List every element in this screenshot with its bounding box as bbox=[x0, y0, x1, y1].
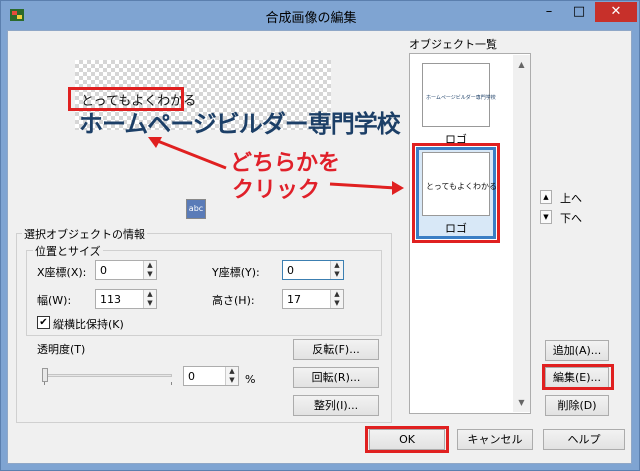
x-value[interactable]: 0 bbox=[100, 264, 107, 277]
move-up-label[interactable]: 上へ bbox=[560, 190, 582, 206]
align-button[interactable]: 整列(I)... bbox=[293, 395, 379, 416]
cancel-button[interactable]: キャンセル bbox=[457, 429, 533, 450]
annotation-line-1: どちらかを bbox=[230, 151, 341, 176]
height-value[interactable]: 17 bbox=[287, 293, 301, 306]
ok-button-highlight bbox=[365, 426, 449, 453]
move-down-label[interactable]: 下へ bbox=[560, 210, 582, 226]
text-tool-button[interactable]: abc bbox=[186, 199, 206, 219]
close-button[interactable]: ✕ bbox=[595, 2, 637, 22]
width-stepper[interactable]: 113 ▲ ▼ bbox=[95, 289, 157, 309]
transparency-slider-track[interactable] bbox=[44, 374, 172, 377]
object-thumbnail-text: ホームページビルダー専門学校 bbox=[426, 95, 496, 101]
width-spin-arrows[interactable]: ▲ ▼ bbox=[143, 290, 156, 308]
width-value[interactable]: 113 bbox=[100, 293, 121, 306]
aspect-ratio-label[interactable]: 縦横比保持(K) bbox=[53, 316, 124, 332]
y-label: Y座標(Y): bbox=[212, 266, 260, 279]
height-label: 高さ(H): bbox=[212, 294, 255, 307]
position-size-label: 位置とサイズ bbox=[33, 243, 103, 259]
annotation-line-2: クリック bbox=[232, 178, 321, 203]
y-stepper[interactable]: 0 ▲ ▼ bbox=[282, 260, 344, 280]
aspect-ratio-checkbox[interactable]: ✔ bbox=[37, 316, 50, 329]
y-value[interactable]: 0 bbox=[287, 264, 294, 277]
x-label: X座標(X): bbox=[37, 266, 87, 279]
selected-info-label: 選択オブジェクトの情報 bbox=[22, 226, 147, 242]
edit-button-highlight bbox=[542, 364, 614, 390]
x-spin-arrows[interactable]: ▲ ▼ bbox=[143, 261, 156, 279]
transparency-unit: % bbox=[245, 373, 256, 386]
title-bar[interactable]: 合成画像の編集 – □ ✕ bbox=[1, 1, 639, 31]
selected-object-highlight bbox=[68, 87, 184, 111]
transparency-spin-arrows[interactable]: ▲ ▼ bbox=[225, 367, 238, 385]
maximize-button[interactable]: □ bbox=[566, 2, 592, 22]
object-thumbnail[interactable]: ホームページビルダー専門学校 bbox=[422, 63, 496, 127]
width-label: 幅(W): bbox=[37, 294, 72, 307]
add-button[interactable]: 追加(A)... bbox=[545, 340, 609, 361]
y-spin-arrows[interactable]: ▲ ▼ bbox=[330, 261, 343, 279]
minimize-button[interactable]: – bbox=[536, 2, 562, 22]
rotate-button[interactable]: 回転(R)... bbox=[293, 367, 379, 388]
move-down-icon[interactable]: ▼ bbox=[540, 210, 552, 224]
height-spin-arrows[interactable]: ▲ ▼ bbox=[330, 290, 343, 308]
x-stepper[interactable]: 0 ▲ ▼ bbox=[95, 260, 157, 280]
scroll-down-icon[interactable]: ▼ bbox=[513, 395, 530, 410]
help-button[interactable]: ヘルプ bbox=[543, 429, 625, 450]
transparency-stepper[interactable]: 0 ▲ ▼ bbox=[183, 366, 239, 386]
scroll-up-icon[interactable]: ▲ bbox=[513, 57, 530, 72]
height-stepper[interactable]: 17 ▲ ▼ bbox=[282, 289, 344, 309]
transparency-slider-thumb[interactable] bbox=[42, 368, 48, 382]
flip-button[interactable]: 反転(F)... bbox=[293, 339, 379, 360]
window-title: 合成画像の編集 bbox=[265, 11, 357, 26]
delete-button[interactable]: 削除(D) bbox=[545, 395, 609, 416]
instruction-annotation: どちらかを クリック bbox=[230, 150, 340, 204]
move-up-icon[interactable]: ▲ bbox=[540, 190, 552, 204]
object-list-label: オブジェクト一覧 bbox=[407, 36, 499, 52]
object-list-scrollbar[interactable]: ▲ ▼ bbox=[513, 55, 530, 412]
transparency-slider-ticks bbox=[44, 382, 172, 385]
transparency-value[interactable]: 0 bbox=[188, 370, 195, 383]
object-click-highlight bbox=[412, 143, 500, 243]
transparency-label: 透明度(T) bbox=[37, 343, 86, 356]
